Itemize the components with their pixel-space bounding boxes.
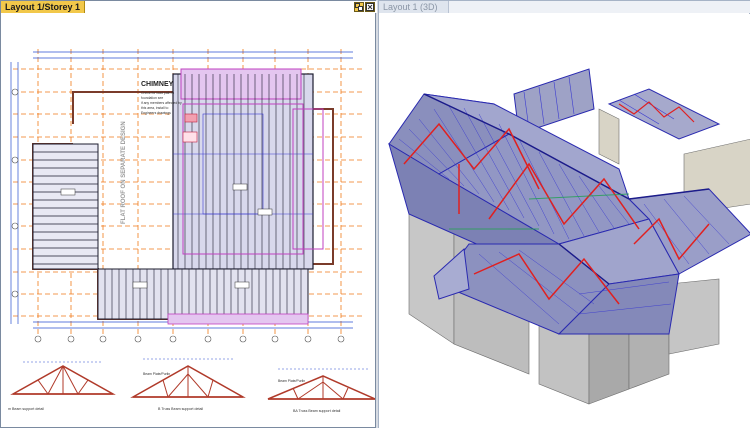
truss-detail-3: Beam Plate/Purlin BA Truss Beam support … [267,368,375,413]
3d-model-viewport[interactable] [379,14,750,428]
note-line: Check for load path to [141,91,174,95]
note-line: foundation see [141,96,163,100]
3d-view-tab[interactable]: Layout 1 (3D) [379,1,449,13]
lower-truss-block [97,268,309,325]
detail-note: Beam Plate/Purlin [143,372,170,376]
central-truss-block [172,68,324,270]
note-line: if any members affected by [141,101,182,105]
plan-drawing[interactable]: CHIMNEY Check for load path to foundatio… [3,14,375,427]
truss-detail-1: m Beam support detail [8,361,116,411]
detail-caption: BA Truss Beam support detail [293,409,341,413]
detail-caption: m Beam support detail [8,407,44,411]
plan-view-titlebar: Layout 1/Storey 1 [1,1,377,13]
plan-view-pane[interactable]: Layout 1/Storey 1 CHIMNEY Check for load… [0,0,377,428]
note-line: this area, install to [141,106,168,110]
3d-view-titlebar: Layout 1 (3D) [379,1,750,13]
left-truss-block [32,143,99,270]
app-window: Layout 1/Storey 1 CHIMNEY Check for load… [0,0,750,428]
plan-view-tab[interactable]: Layout 1/Storey 1 [1,1,86,13]
detail-note: Beam Plate/Purlin [278,379,305,383]
close-icon[interactable] [365,2,375,12]
flat-roof-note: FLAT ROOF ON SEPARATE DESIGN [121,121,127,224]
3d-view-pane[interactable]: Layout 1 (3D) [378,0,750,428]
note-line: Engineers drawings [141,111,171,115]
detail-caption: B Truss Beam support detail [158,407,203,411]
tile-icon[interactable] [354,2,364,12]
truss-detail-2: Beam Plate/Purlin B Truss Beam support d… [130,358,246,411]
chimney-label: CHIMNEY [141,81,174,88]
